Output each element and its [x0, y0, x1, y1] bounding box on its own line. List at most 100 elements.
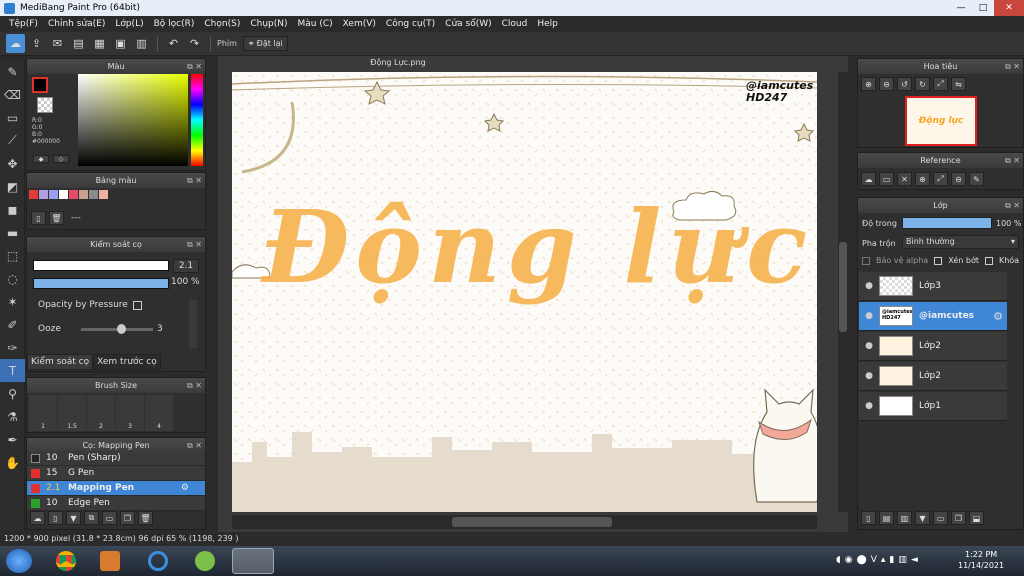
add-brush-icon[interactable]: ▼	[66, 511, 81, 525]
protect-alpha-checkbox[interactable]	[862, 256, 870, 265]
document-icon[interactable]: ▦	[90, 34, 109, 53]
palette-swatch[interactable]	[89, 190, 98, 199]
minimize-button[interactable]: —	[950, 0, 972, 16]
eyedropper-tool-icon[interactable]: ⚗	[0, 405, 25, 428]
brush-size-option[interactable]: 3	[116, 395, 144, 431]
tray-icon[interactable]: ◉	[845, 555, 853, 565]
menu-filter[interactable]: Bộ lọc(R)	[149, 19, 200, 29]
select-pen-icon[interactable]: ✐	[0, 313, 25, 336]
primary-color-swatch[interactable]	[32, 77, 48, 93]
bucket-tool-icon[interactable]: ◼	[0, 198, 25, 221]
brush-item[interactable]: 10 Pen (Sharp)	[27, 451, 205, 466]
secondary-color-swatch[interactable]	[37, 97, 53, 113]
palette-swatch[interactable]	[99, 190, 108, 199]
fit-screen-icon[interactable]: ⤢	[933, 172, 948, 186]
panel-menu-icon[interactable]: ⧉ ✕	[1005, 153, 1020, 168]
menu-cloud[interactable]: Cloud	[497, 19, 533, 29]
lasso-tool-icon[interactable]: ◌	[0, 267, 25, 290]
brush-control-scrollbar[interactable]	[189, 300, 197, 348]
ooze-slider-handle[interactable]	[117, 324, 126, 334]
text-tool-icon[interactable]: T	[0, 359, 25, 382]
menu-layer[interactable]: Lớp(L)	[110, 19, 148, 29]
close-button[interactable]: ✕	[994, 0, 1024, 16]
layer-opacity-slider[interactable]	[902, 217, 992, 229]
operation-tool-icon[interactable]: ⚲	[0, 382, 25, 405]
folder-icon[interactable]: ▭	[102, 511, 117, 525]
new-halftone-layer-icon[interactable]: ▤	[879, 511, 894, 525]
brush-size-option[interactable]: 1.5	[58, 395, 86, 431]
menu-view[interactable]: Xem(V)	[338, 19, 381, 29]
eyedropper-icon[interactable]: ✎	[969, 172, 984, 186]
fit-screen-icon[interactable]: ⤢	[933, 77, 948, 91]
clipping-checkbox[interactable]	[934, 256, 943, 265]
layer-row[interactable]: ● Lớp2	[859, 332, 1007, 361]
tray-icon[interactable]: ◖	[836, 555, 841, 565]
visibility-icon[interactable]: ●	[859, 311, 879, 321]
tray-icon[interactable]: V	[871, 555, 877, 565]
cloud-icon[interactable]: ☁	[861, 172, 876, 186]
brush-tool-icon[interactable]: ✎	[0, 60, 25, 83]
share-icon[interactable]: ⇪	[27, 34, 46, 53]
hand-tool-icon[interactable]: ✋	[0, 451, 25, 474]
tray-icon[interactable]: ▮	[889, 555, 894, 565]
open-folder-icon[interactable]: ▭	[879, 172, 894, 186]
duplicate-layer-icon[interactable]: ❐	[951, 511, 966, 525]
zoom-out-icon[interactable]: ⊖	[879, 77, 894, 91]
tray-icon[interactable]: ▥	[898, 555, 907, 565]
lock-checkbox[interactable]	[984, 256, 993, 265]
panel-menu-icon[interactable]: ⧉ ✕	[187, 237, 202, 252]
tab-brush-control[interactable]: Kiểm soát cọ	[27, 354, 94, 370]
layer-row[interactable]: ● Lớp2	[859, 362, 1007, 391]
menu-color[interactable]: Màu (C)	[293, 19, 338, 29]
visibility-icon[interactable]: ●	[859, 341, 879, 351]
transparent-color-icon[interactable]: ◇	[53, 155, 69, 163]
page-icon[interactable]: ▤	[69, 34, 88, 53]
folder-icon[interactable]: ▭	[933, 511, 948, 525]
brush-size-option[interactable]: 2	[87, 395, 115, 431]
panel-menu-icon[interactable]: ⧉ ✕	[1005, 59, 1020, 74]
cloud-download-icon[interactable]: ☁	[30, 511, 45, 525]
maximize-button[interactable]: □	[972, 0, 994, 16]
duplicate-icon[interactable]: ❐	[120, 511, 135, 525]
visibility-icon[interactable]: ●	[859, 371, 879, 381]
layer-row-selected[interactable]: ● @iamcutes HD247 @iamcutes ⚙	[859, 302, 1007, 331]
menu-help[interactable]: Help	[532, 19, 563, 29]
zoom-out-icon[interactable]: ⊖	[951, 172, 966, 186]
close-icon[interactable]: ✕	[897, 172, 912, 186]
brush-item[interactable]: 15 G Pen	[27, 466, 205, 481]
tray-icon[interactable]: ⬤	[857, 555, 867, 565]
chrome-icon[interactable]	[56, 551, 76, 571]
layer-row[interactable]: ● Lớp1	[859, 392, 1007, 421]
palette-swatch[interactable]	[69, 190, 78, 199]
tab-brush-preview[interactable]: Xem trước cọ	[93, 354, 161, 370]
menu-snap[interactable]: Chụp(N)	[245, 19, 292, 29]
opacity-pressure-checkbox[interactable]	[132, 300, 142, 310]
new-8bit-layer-icon[interactable]: ▥	[897, 511, 912, 525]
new-brush-icon[interactable]: ▯	[48, 511, 63, 525]
opacity-slider[interactable]	[33, 278, 169, 289]
gear-icon[interactable]: ⚙	[993, 310, 1003, 323]
palette-swatch[interactable]	[79, 190, 88, 199]
volume-icon[interactable]: ◄	[911, 555, 918, 565]
layer-row[interactable]: ● Lớp3	[859, 272, 1007, 301]
rotate-left-icon[interactable]: ↺	[897, 77, 912, 91]
saturation-value-field[interactable]	[78, 74, 188, 166]
start-button[interactable]	[6, 549, 32, 573]
panel-menu-icon[interactable]: ⧉ ✕	[1005, 198, 1020, 213]
tray-icon[interactable]: ▴	[881, 555, 886, 565]
comment-icon[interactable]: ✉	[48, 34, 67, 53]
palette-swatch[interactable]	[59, 190, 68, 199]
swap-colors-icon[interactable]: ◆	[33, 155, 49, 163]
width-value[interactable]: 2.1	[173, 259, 199, 273]
vertical-scrollbar[interactable]	[838, 72, 848, 512]
canvas[interactable]: Động lực @iamcutes HD247	[232, 72, 817, 512]
copy-brush-icon[interactable]: ⧉	[84, 511, 99, 525]
move-tool-icon[interactable]: ✥	[0, 152, 25, 175]
panel-menu-icon[interactable]: ⧉ ✕	[187, 378, 202, 393]
panel-menu-icon[interactable]: ⧉ ✕	[187, 59, 202, 74]
magic-wand-icon[interactable]: ✶	[0, 290, 25, 313]
width-slider[interactable]	[33, 260, 169, 271]
pen-tool-icon[interactable]: ✒	[0, 428, 25, 451]
grid-icon[interactable]: ▣	[111, 34, 130, 53]
vertical-scroll-thumb[interactable]	[839, 242, 847, 332]
